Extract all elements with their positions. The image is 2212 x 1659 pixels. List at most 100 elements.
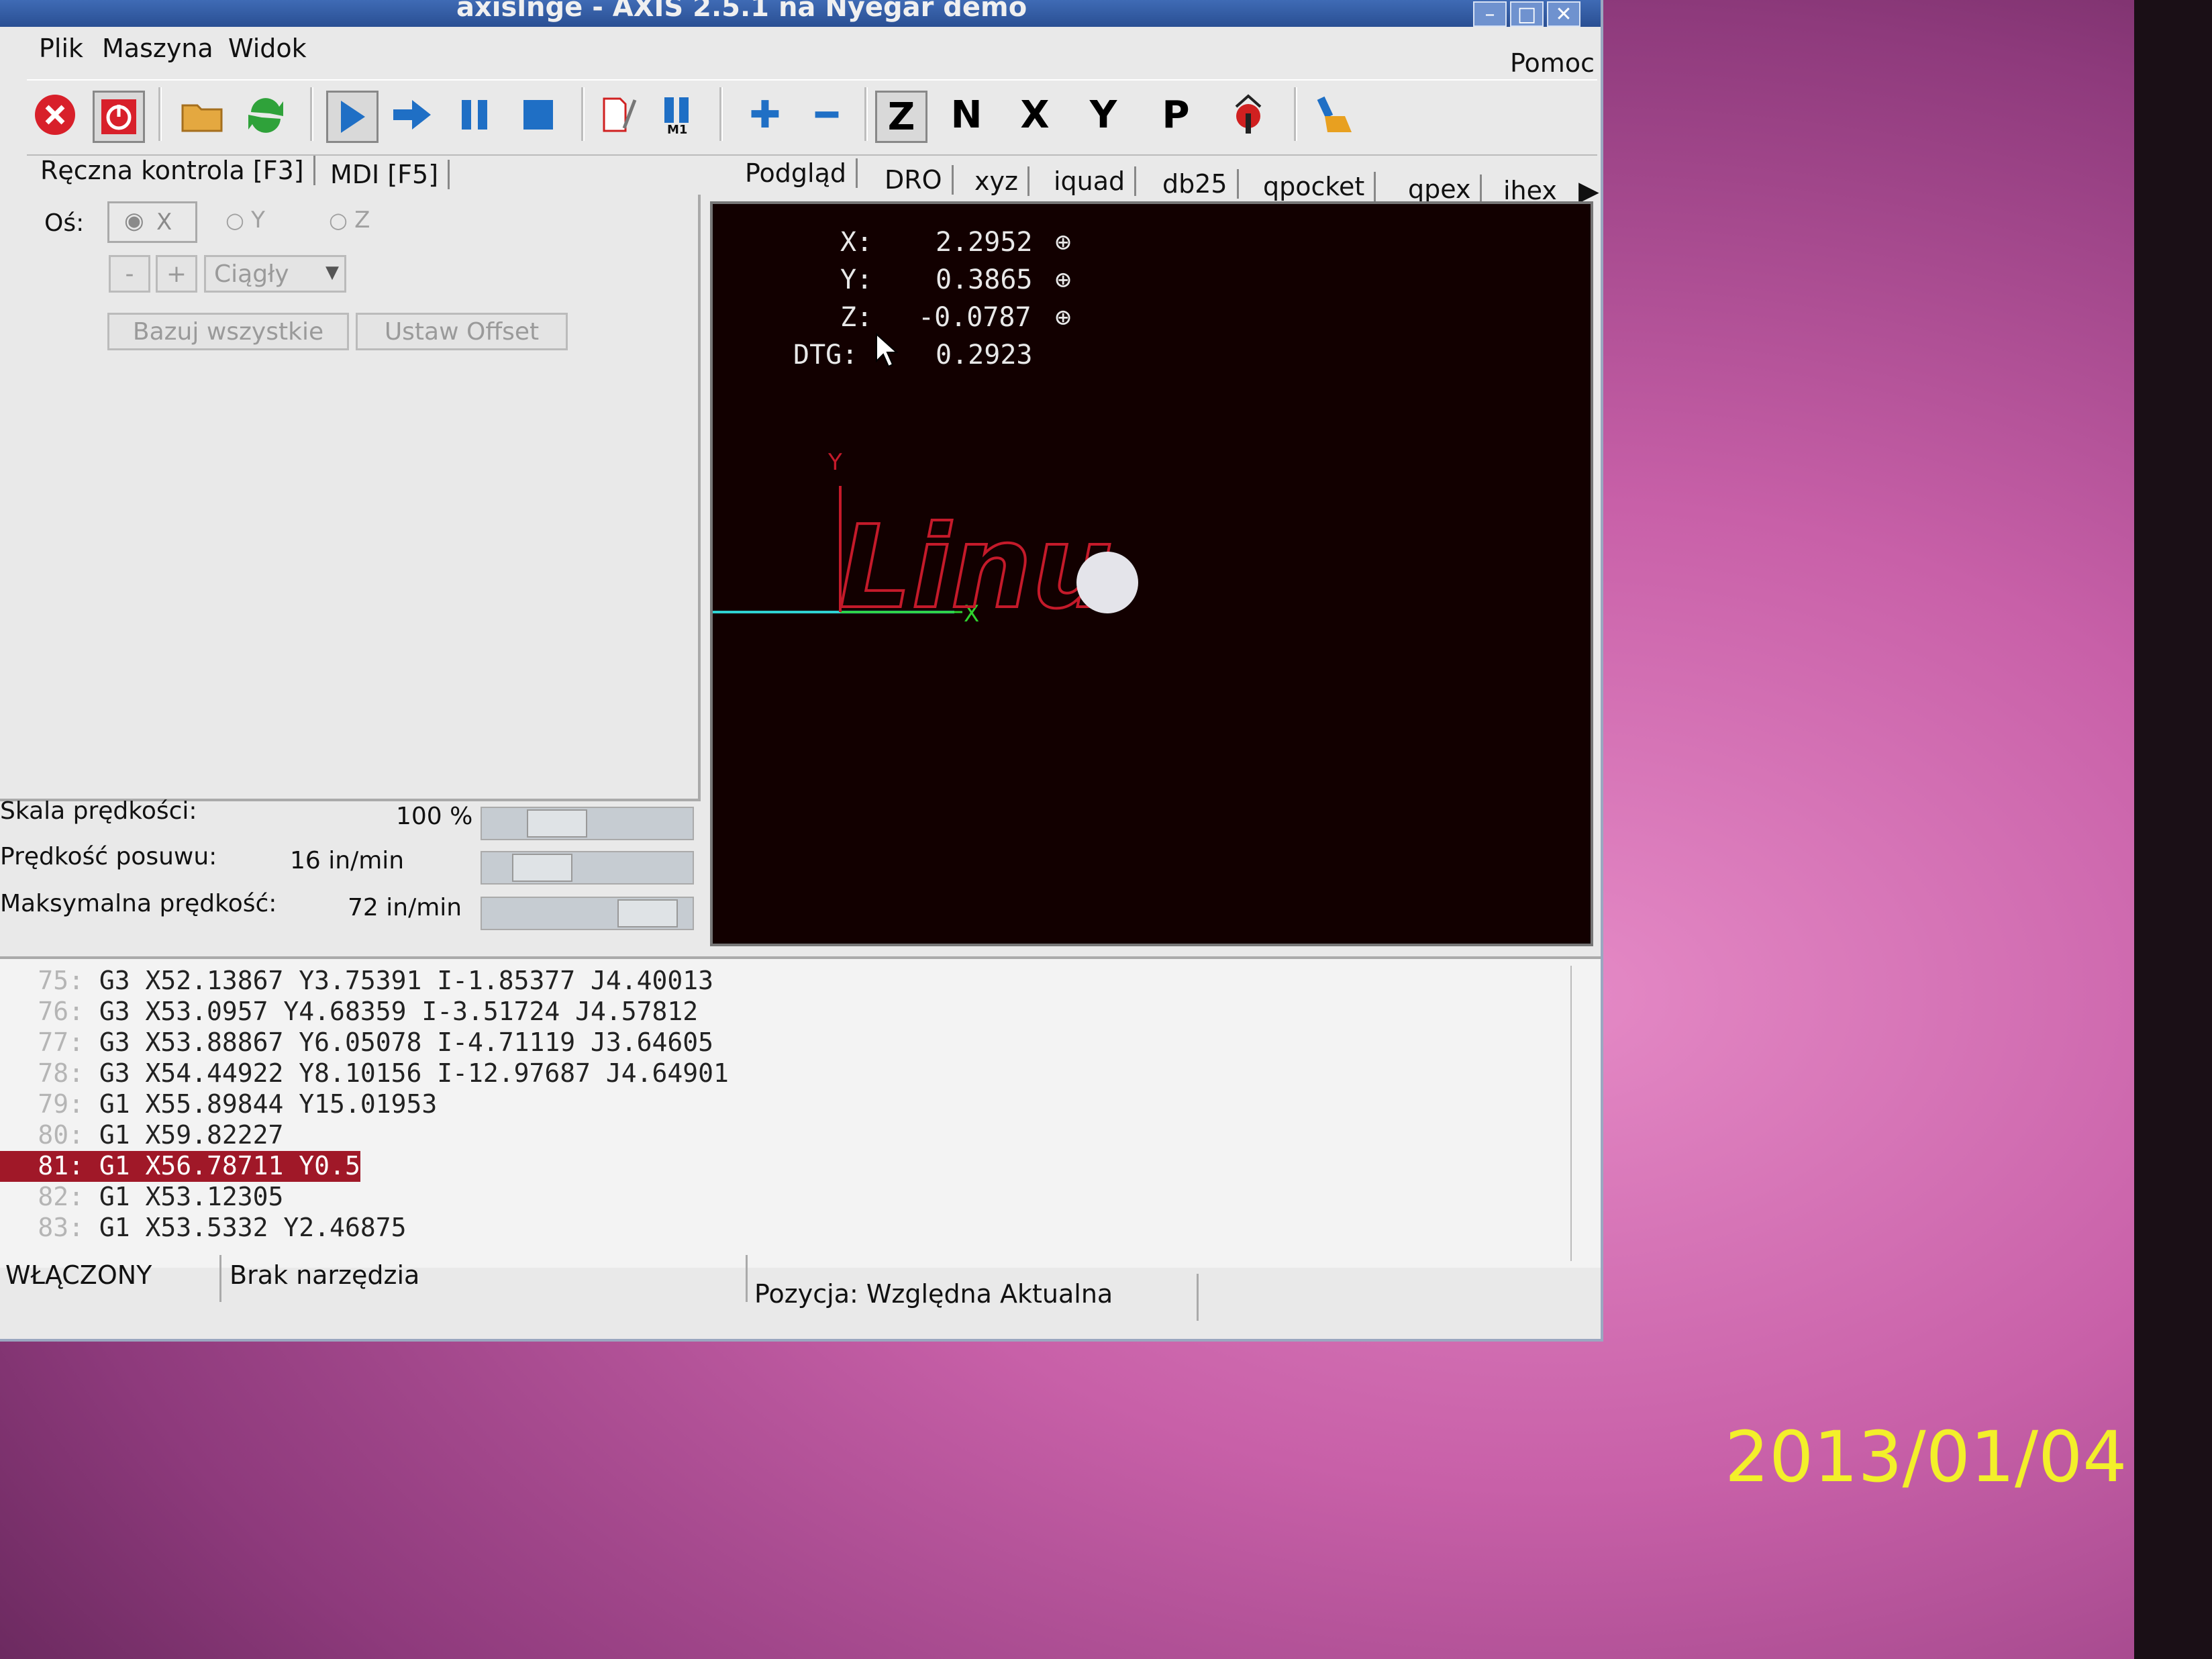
toolbar-separator — [719, 87, 723, 141]
tool-status: Brak narzędzia — [224, 1255, 748, 1302]
gcode-line[interactable]: 83: G1 X53.5332 Y2.46875 — [0, 1213, 406, 1244]
stop-icon[interactable] — [514, 91, 562, 139]
power-icon[interactable] — [93, 91, 145, 143]
title-bar: axislnge - AXIS 2.5.1 na Nyegar demo – □… — [0, 0, 1601, 27]
gcode-line[interactable]: 75: G3 X52.13867 Y3.75391 I-1.85377 J4.4… — [0, 966, 713, 997]
tab-iquad[interactable]: iquad — [1044, 166, 1137, 196]
gcode-scrollbar[interactable] — [1570, 966, 1592, 1261]
tab-db25[interactable]: db25 — [1153, 169, 1239, 199]
toolpath-text: Linu — [839, 501, 1113, 634]
tab-xyz[interactable]: xyz — [965, 166, 1029, 196]
position-status: Pozycja: Względna Aktualna — [749, 1274, 1199, 1321]
zoom-in-icon[interactable]: ✚ — [741, 91, 789, 139]
zoom-out-icon[interactable]: ━ — [803, 91, 851, 139]
jog-minus-button[interactable]: - — [109, 255, 150, 293]
tab-mdi[interactable]: MDI [F5] — [321, 160, 450, 189]
menu-file[interactable]: Plik — [39, 34, 83, 63]
minimize-icon[interactable]: – — [1473, 1, 1507, 27]
max-velocity-value: 72 in/min — [348, 894, 462, 921]
tab-dro[interactable]: DRO — [875, 165, 954, 195]
feed-override-thumb[interactable] — [527, 809, 587, 838]
axis-y-label: Y — [251, 207, 265, 234]
reload-icon[interactable] — [242, 91, 290, 139]
axis-x-label: X — [156, 209, 172, 236]
view-y-icon[interactable]: Y — [1079, 91, 1127, 139]
block-delete-icon[interactable] — [593, 91, 642, 139]
jog-mode-select[interactable]: Ciągły ▼ — [204, 255, 346, 293]
gcode-line-number: 76: — [38, 997, 84, 1026]
gcode-line[interactable]: 76: G3 X53.0957 Y4.68359 I-3.51724 J4.57… — [0, 997, 698, 1027]
gcode-line-number: 81: — [38, 1151, 84, 1180]
menu-machine[interactable]: Maszyna — [102, 34, 213, 63]
gcode-line-text: G3 X53.88867 Y6.05078 I-4.71119 J3.64605 — [99, 1027, 714, 1057]
axis-z-radio[interactable]: ○ Z — [329, 207, 370, 240]
max-velocity-label: Maksymalna prędkość: — [0, 890, 277, 917]
tool-cone — [1076, 552, 1138, 613]
open-folder-icon[interactable] — [179, 91, 227, 139]
toolbar-separator — [158, 87, 162, 141]
gcode-line-number: 83: — [38, 1213, 84, 1242]
jog-plus-button[interactable]: + — [156, 255, 197, 293]
max-velocity-thumb[interactable] — [617, 899, 678, 927]
tab-qpex[interactable]: qpex — [1399, 174, 1482, 204]
view-x-icon[interactable]: X — [1011, 91, 1059, 139]
rotate-view-icon[interactable] — [1224, 91, 1272, 139]
axis-label: Oś: — [44, 209, 85, 237]
gcode-line-text: G1 X53.12305 — [99, 1182, 284, 1211]
feed-override-slider[interactable] — [481, 807, 694, 840]
gcode-line-text: G3 X53.0957 Y4.68359 I-3.51724 J4.57812 — [99, 997, 699, 1026]
chevron-down-icon: ▼ — [325, 262, 339, 283]
toolbar-separator — [1294, 87, 1297, 141]
run-icon[interactable] — [326, 91, 379, 143]
step-icon[interactable] — [388, 91, 436, 139]
gcode-line-active[interactable]: 81: G1 X56.78711 Y0.5 — [0, 1151, 360, 1182]
toolpath-preview[interactable]: X: 2.2952 ⊕ Y: 0.3865 ⊕ Z: -0.0787 ⊕ DTG… — [710, 201, 1593, 946]
jog-speed-thumb[interactable] — [512, 854, 572, 882]
tab-qpocket[interactable]: qpocket — [1254, 172, 1376, 201]
gcode-line-number: 78: — [38, 1058, 84, 1088]
view-z2-icon[interactable]: N — [942, 91, 991, 139]
axis-y-radio[interactable]: ○ Y — [225, 207, 265, 240]
pause-icon[interactable] — [451, 91, 499, 139]
gcode-line-text: G1 X55.89844 Y15.01953 — [99, 1089, 438, 1119]
axis-x-radio[interactable]: ◉ X — [107, 201, 197, 243]
estop-icon[interactable] — [31, 91, 79, 139]
gcode-line[interactable]: 79: G1 X55.89844 Y15.01953 — [0, 1089, 437, 1120]
toolbar-separator — [864, 87, 868, 141]
gcode-line[interactable]: 78: G3 X54.44922 Y8.10156 I-12.97687 J4.… — [0, 1058, 729, 1089]
jog-speed-label: Prędkość posuwu: — [0, 843, 217, 870]
optional-stop-icon[interactable]: M1 — [655, 91, 703, 139]
home-all-button[interactable]: Bazuj wszystkie — [107, 313, 349, 350]
feed-override-label: Skala prędkości: — [0, 797, 197, 825]
window-title: axislnge - AXIS 2.5.1 na Nyegar demo — [456, 0, 1027, 23]
monitor-bezel — [2134, 0, 2212, 1659]
maximize-icon[interactable]: □ — [1510, 1, 1544, 27]
toolpath-canvas: Y X Linu — [713, 449, 1138, 636]
toolbar-separator — [581, 87, 585, 141]
photo-date-stamp: 2013/01/04 — [1725, 1416, 2127, 1498]
gcode-listing[interactable]: 75: G3 X52.13867 Y3.75391 I-1.85377 J4.4… — [0, 956, 1601, 1268]
gcode-line-text: G3 X54.44922 Y8.10156 I-12.97687 J4.6490… — [99, 1058, 729, 1088]
gcode-line[interactable]: 82: G1 X53.12305 — [0, 1182, 283, 1213]
toolbar-separator — [310, 87, 313, 141]
close-icon[interactable]: ✕ — [1547, 1, 1580, 27]
gcode-line-number: 80: — [38, 1120, 84, 1150]
tab-preview[interactable]: Podgląd — [736, 158, 858, 188]
manual-control-panel — [0, 195, 701, 801]
gcode-line[interactable]: 77: G3 X53.88867 Y6.05078 I-4.71119 J3.6… — [0, 1027, 713, 1058]
view-z-icon[interactable]: Z — [875, 91, 927, 143]
clear-plot-icon[interactable] — [1310, 91, 1358, 139]
max-velocity-slider[interactable] — [481, 897, 694, 930]
jog-mode-value: Ciągły — [214, 260, 289, 288]
menu-view[interactable]: Widok — [228, 34, 307, 63]
gcode-line-number: 77: — [38, 1027, 84, 1057]
set-offset-button[interactable]: Ustaw Offset — [356, 313, 568, 350]
gcode-line-number: 79: — [38, 1089, 84, 1119]
gcode-line[interactable]: 80: G1 X59.82227 — [0, 1120, 283, 1151]
tab-manual-control[interactable]: Ręczna kontrola [F3] — [31, 156, 315, 185]
gcode-line-number: 82: — [38, 1182, 84, 1211]
view-perspective-icon[interactable]: P — [1152, 91, 1200, 139]
jog-speed-slider[interactable] — [481, 851, 694, 885]
axis-window: axislnge - AXIS 2.5.1 na Nyegar demo – □… — [0, 0, 1603, 1342]
menu-help[interactable]: Pomoc — [1510, 48, 1595, 78]
